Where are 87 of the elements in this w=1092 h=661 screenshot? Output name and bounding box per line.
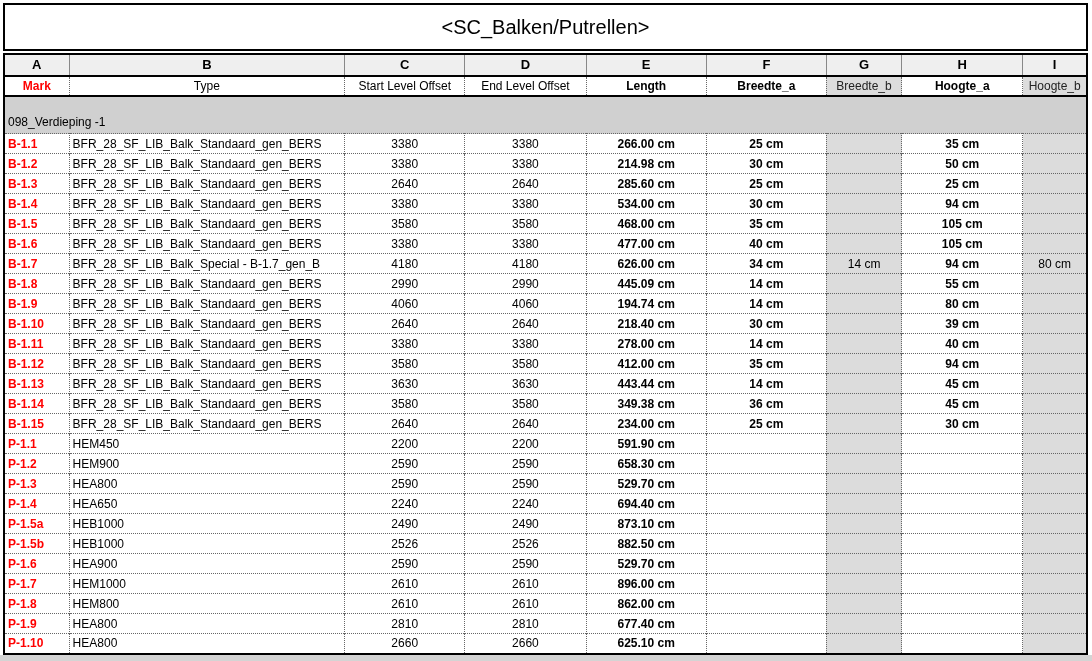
table-cell: BFR_28_SF_LIB_Balk_Standaard_gen_BERS xyxy=(69,133,345,154)
table-cell: B-1.7 xyxy=(4,253,70,274)
table-cell: P-1.3 xyxy=(4,473,70,494)
table-cell: B-1.2 xyxy=(4,153,70,174)
table-cell: HEM1000 xyxy=(69,573,345,594)
column-letter[interactable]: F xyxy=(706,54,827,76)
table-cell: BFR_28_SF_LIB_Balk_Standaard_gen_BERS xyxy=(69,393,345,414)
table-cell: 94 cm xyxy=(901,193,1023,214)
table-cell: B-1.14 xyxy=(4,393,70,414)
table-cell: P-1.2 xyxy=(4,453,70,474)
table-cell: HEM900 xyxy=(69,453,345,474)
table-cell: BFR_28_SF_LIB_Balk_Standaard_gen_BERS xyxy=(69,293,345,314)
table-cell: 45 cm xyxy=(901,373,1023,394)
table-cell: B-1.15 xyxy=(4,413,70,434)
table-cell: P-1.4 xyxy=(4,493,70,514)
table-cell: 40 cm xyxy=(901,333,1023,354)
table-cell: P-1.8 xyxy=(4,593,70,614)
table-cell: P-1.5b xyxy=(4,533,70,554)
table-cell: BFR_28_SF_LIB_Balk_Standaard_gen_BERS xyxy=(69,353,345,374)
table-cell: 39 cm xyxy=(901,313,1023,334)
group-header: 098_Verdieping -1 xyxy=(8,115,106,129)
table-cell: P-1.9 xyxy=(4,613,70,634)
table-cell: B-1.11 xyxy=(4,333,70,354)
column-header: End Level Offset xyxy=(464,75,587,96)
table-cell: 55 cm xyxy=(901,273,1023,294)
table-cell: B-1.3 xyxy=(4,173,70,194)
table-cell: 105 cm xyxy=(901,213,1023,234)
table-cell: HEA800 xyxy=(69,633,345,654)
column-header: Breedte_a xyxy=(706,75,827,96)
table-cell: BFR_28_SF_LIB_Balk_Standaard_gen_BERS xyxy=(69,193,345,214)
table-cell: P-1.10 xyxy=(4,633,70,654)
table-cell: B-1.12 xyxy=(4,353,70,374)
table-cell: HEA800 xyxy=(69,613,345,634)
table-cell: BFR_28_SF_LIB_Balk_Standaard_gen_BERS xyxy=(69,313,345,334)
schedule-title: <SC_Balken/Putrellen> xyxy=(3,3,1088,51)
table-cell: 94 cm xyxy=(901,253,1023,274)
table-cell: HEM800 xyxy=(69,593,345,614)
table-cell: B-1.4 xyxy=(4,193,70,214)
table-cell: HEA800 xyxy=(69,473,345,494)
table-cell: B-1.6 xyxy=(4,233,70,254)
table-cell: 50 cm xyxy=(901,153,1023,174)
column-header: Hoogte_a xyxy=(901,75,1023,96)
table-cell: BFR_28_SF_LIB_Balk_Standaard_gen_BERS xyxy=(69,333,345,354)
table-cell: BFR_28_SF_LIB_Balk_Standaard_gen_BERS xyxy=(69,373,345,394)
table-cell: BFR_28_SF_LIB_Balk_Standaard_gen_BERS xyxy=(69,233,345,254)
table-cell: BFR_28_SF_LIB_Balk_Special - B-1.7_gen_B xyxy=(69,253,345,274)
column-header: Breedte_b xyxy=(826,75,902,96)
table-cell: P-1.7 xyxy=(4,573,70,594)
table-cell: 625.10 cm xyxy=(586,633,707,654)
column-letter[interactable]: B xyxy=(69,54,345,76)
table-cell: HEB1000 xyxy=(69,513,345,534)
table-cell: B-1.1 xyxy=(4,133,70,154)
table-cell: B-1.13 xyxy=(4,373,70,394)
table-cell: 35 cm xyxy=(901,133,1023,154)
table-cell: P-1.6 xyxy=(4,553,70,574)
table-cell: HEA650 xyxy=(69,493,345,514)
table-cell: P-1.5a xyxy=(4,513,70,534)
table-cell: 25 cm xyxy=(901,173,1023,194)
table-cell: BFR_28_SF_LIB_Balk_Standaard_gen_BERS xyxy=(69,213,345,234)
table-cell: 30 cm xyxy=(901,413,1023,434)
table-cell: 14 cm xyxy=(826,253,902,274)
column-letter[interactable]: C xyxy=(344,54,465,76)
column-header: Start Level Offset xyxy=(344,75,465,96)
table-cell: 45 cm xyxy=(901,393,1023,414)
table-cell: BFR_28_SF_LIB_Balk_Standaard_gen_BERS xyxy=(69,413,345,434)
table-cell: B-1.8 xyxy=(4,273,70,294)
column-header: Length xyxy=(586,75,707,96)
table-cell: P-1.1 xyxy=(4,433,70,454)
table-cell: 105 cm xyxy=(901,233,1023,254)
column-header: Type xyxy=(69,75,345,96)
table-cell: HEB1000 xyxy=(69,533,345,554)
table-cell: B-1.5 xyxy=(4,213,70,234)
column-header: Hoogte_b xyxy=(1022,75,1087,96)
table-cell: B-1.10 xyxy=(4,313,70,334)
table-cell: 94 cm xyxy=(901,353,1023,374)
table-cell: HEM450 xyxy=(69,433,345,454)
column-letter[interactable]: E xyxy=(586,54,707,76)
table-cell: BFR_28_SF_LIB_Balk_Standaard_gen_BERS xyxy=(69,153,345,174)
table-cell: BFR_28_SF_LIB_Balk_Standaard_gen_BERS xyxy=(69,273,345,294)
column-letter[interactable]: D xyxy=(464,54,587,76)
table-cell: B-1.9 xyxy=(4,293,70,314)
column-header: Mark xyxy=(4,75,70,96)
table-cell: HEA900 xyxy=(69,553,345,574)
column-letter[interactable]: A xyxy=(4,54,70,76)
table-cell: BFR_28_SF_LIB_Balk_Standaard_gen_BERS xyxy=(69,173,345,194)
column-letter[interactable]: H xyxy=(901,54,1023,76)
table-cell: 80 cm xyxy=(901,293,1023,314)
